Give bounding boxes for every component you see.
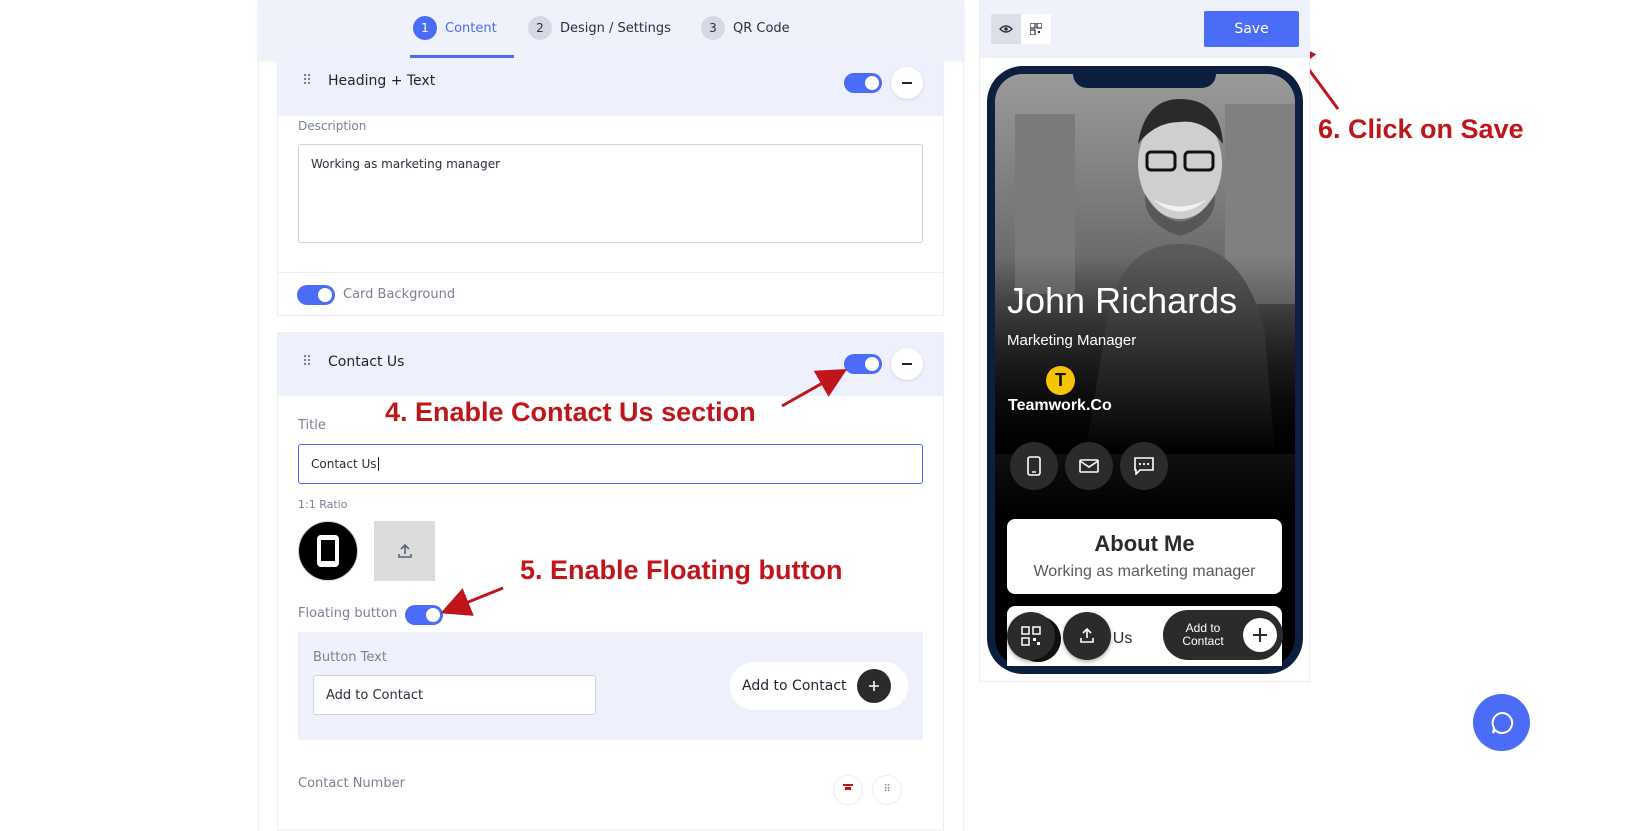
add-to-contact-line2: Contact [1182, 634, 1224, 648]
mobile-icon [1027, 456, 1041, 476]
add-to-contact-label: Add to Contact [1175, 622, 1231, 648]
share-upload-icon [1080, 627, 1094, 643]
email-contact-button[interactable] [1065, 442, 1113, 490]
profile-name: John Richards [1007, 280, 1238, 321]
about-me-card: About Me Working as marketing manager [1007, 519, 1282, 594]
about-title: About Me [1094, 531, 1195, 556]
mail-icon [1079, 459, 1099, 473]
add-to-contact-floating-button[interactable]: Add to Contact [1163, 610, 1283, 660]
company-logo: T [1046, 366, 1075, 395]
qr-floating-button[interactable] [1007, 612, 1055, 660]
annotation-arrows [440, 39, 1340, 616]
company-name: Teamwork.Co [1008, 397, 1112, 414]
company-logo-letter: T [1055, 370, 1066, 390]
profile-role: Marketing Manager [1007, 332, 1137, 349]
message-icon [1134, 457, 1154, 475]
qr-code-icon [1021, 626, 1041, 646]
save-button[interactable]: Save [1204, 11, 1299, 47]
chat-icon [1491, 711, 1513, 734]
eye-icon [999, 25, 1013, 33]
preview-mode-button[interactable] [991, 14, 1021, 44]
qr-mode-button[interactable] [1021, 14, 1051, 44]
share-floating-button[interactable] [1063, 612, 1111, 660]
about-text: Working as marketing manager [1033, 563, 1256, 580]
help-chat-button[interactable] [1473, 694, 1530, 751]
phone-contact-button[interactable] [1010, 442, 1058, 490]
phone-notch [1073, 66, 1216, 88]
sms-contact-button[interactable] [1120, 442, 1168, 490]
plus-icon [1243, 618, 1277, 652]
qr-code-icon [1030, 23, 1042, 35]
